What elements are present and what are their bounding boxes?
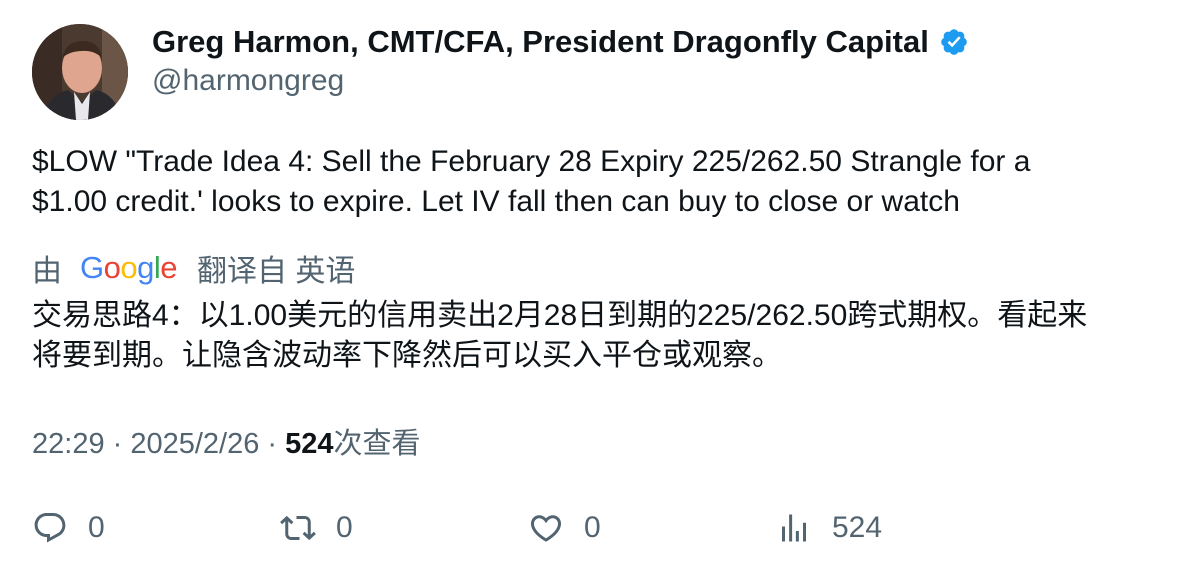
translation-attribution: 由 G o o g l e 翻译自 英语 <box>32 246 355 290</box>
google-logo-letter: o <box>120 250 138 285</box>
views-action-count: 524 <box>832 511 883 544</box>
translated-from-label: 翻译自 英语 <box>197 255 356 288</box>
views-label: 次查看 <box>333 428 421 460</box>
tweet-text-line: $LOW "Trade Idea 4: Sell the February 28… <box>32 145 1031 178</box>
google-logo[interactable]: G o o g l e <box>80 250 178 286</box>
tweet-date[interactable]: 2025/2/26 <box>130 428 259 460</box>
like-button[interactable]: 0 <box>528 510 601 546</box>
google-logo-letter: g <box>137 250 154 285</box>
translated-text-line: 将要到期。让隐含波动率下降然后可以买入平仓或观察。 <box>32 339 782 372</box>
google-logo-letter: o <box>103 250 121 285</box>
verified-badge-icon <box>941 29 967 55</box>
tweet-time[interactable]: 22:29 <box>32 428 105 460</box>
analytics-icon <box>782 514 806 542</box>
avatar-photo <box>32 24 128 120</box>
views-button[interactable]: 524 <box>776 510 882 546</box>
translated-text: 交易思路4：以1.00美元的信用卖出2月28日到期的225/262.50跨式期权… <box>32 296 1182 376</box>
tweet-text: $LOW "Trade Idea 4: Sell the February 28… <box>32 142 1172 222</box>
retweet-button[interactable]: 0 <box>280 510 353 546</box>
like-count: 0 <box>584 511 601 544</box>
tweet-meta: 22:29 · 2025/2/26 · 524次查看 <box>32 424 421 464</box>
author-name-row: Greg Harmon, CMT/CFA, President Dragonfl… <box>152 22 969 62</box>
author-avatar[interactable] <box>32 24 128 120</box>
google-logo-letter: e <box>160 250 178 285</box>
reply-button[interactable]: 0 <box>32 510 105 546</box>
translated-text-line: 交易思路4：以1.00美元的信用卖出2月28日到期的225/262.50跨式期权… <box>32 299 1088 332</box>
views-count: 524 <box>285 428 334 460</box>
meta-separator: · <box>259 428 286 460</box>
retweet-count: 0 <box>336 511 353 544</box>
heart-icon <box>530 515 562 542</box>
reply-count: 0 <box>88 511 105 544</box>
meta-separator: · <box>104 428 131 460</box>
reply-icon <box>34 513 66 543</box>
google-logo-letter: G <box>80 250 104 285</box>
retweet-icon <box>280 515 316 541</box>
action-bar: 0 0 0 524 <box>32 510 1172 554</box>
translated-by-label: 由 <box>32 255 62 288</box>
author-handle[interactable]: @harmongreg <box>152 62 344 100</box>
tweet-text-line: $1.00 credit.' looks to expire. Let IV f… <box>32 185 960 218</box>
author-display-name[interactable]: Greg Harmon, CMT/CFA, President Dragonfl… <box>152 22 929 62</box>
